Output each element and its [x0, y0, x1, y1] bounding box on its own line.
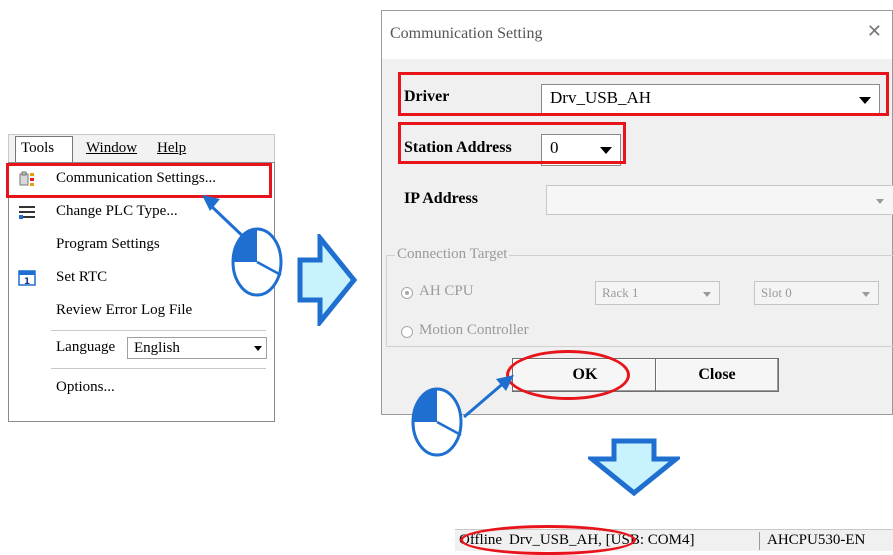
menu-item-label: Change PLC Type...: [56, 203, 178, 219]
connection-target-legend: Connection Target: [395, 246, 510, 263]
communication-setting-dialog: Communication Setting ✕ Driver Drv_USB_A…: [381, 10, 893, 415]
language-select[interactable]: English: [127, 337, 267, 359]
chevron-down-icon: [862, 292, 870, 297]
rack-value: Rack 1: [602, 285, 639, 300]
menu-item-review-error-log[interactable]: Review Error Log File: [9, 295, 274, 328]
plc-type-icon: [19, 206, 35, 219]
highlight-station-address: [398, 122, 626, 164]
dialog-title: Communication Setting: [390, 25, 543, 42]
language-label: Language: [56, 339, 116, 355]
menu-tools[interactable]: Tools: [21, 140, 54, 157]
language-value: English: [134, 340, 180, 356]
motion-controller-label: Motion Controller: [419, 322, 529, 338]
close-icon[interactable]: ✕: [867, 21, 882, 42]
menu-item-options[interactable]: Options...: [9, 372, 274, 405]
mouse-left-click-icon: [202, 195, 283, 297]
chevron-down-icon: [254, 346, 262, 351]
menu-separator: [51, 330, 266, 331]
ip-address-label: IP Address: [404, 190, 478, 207]
rack-select[interactable]: Rack 1: [595, 281, 720, 305]
menu-separator: [51, 368, 266, 369]
menu-item-language: Language English: [9, 332, 274, 365]
svg-text:1: 1: [24, 277, 30, 286]
slot-value: Slot 0: [761, 285, 792, 300]
chevron-down-icon: [876, 199, 884, 204]
ah-cpu-label: AH CPU: [419, 283, 474, 299]
dialog-titlebar: Communication Setting ✕: [382, 11, 892, 59]
menu-item-label: Program Settings: [56, 236, 160, 252]
arrow-right-icon: [297, 234, 358, 326]
arrow-down-icon: [588, 438, 680, 497]
highlight-ok-button: [506, 350, 630, 400]
chevron-down-icon: [703, 292, 711, 297]
status-divider: [759, 532, 760, 550]
menu-item-label: Review Error Log File: [56, 302, 193, 318]
menu-bar: Tools Window Help: [8, 134, 275, 162]
menu-item-label: Set RTC: [56, 269, 108, 285]
radio-ah-cpu[interactable]: [401, 287, 413, 299]
ip-address-select[interactable]: [546, 185, 893, 215]
close-button[interactable]: Close: [655, 358, 779, 392]
connection-target-group: Connection Target AH CPU Rack 1 Slot 0 M…: [386, 246, 893, 347]
status-plc-model: AHCPU530-EN: [767, 532, 866, 548]
menu-window[interactable]: Window: [86, 140, 137, 157]
highlight-driver: [398, 72, 889, 116]
slot-select[interactable]: Slot 0: [754, 281, 879, 305]
menu-item-label: Options...: [56, 379, 115, 395]
radio-motion-controller[interactable]: [401, 326, 413, 338]
mouse-left-click-icon: [411, 375, 514, 457]
calendar-icon: 1: [18, 270, 36, 286]
menu-help[interactable]: Help: [157, 140, 186, 157]
